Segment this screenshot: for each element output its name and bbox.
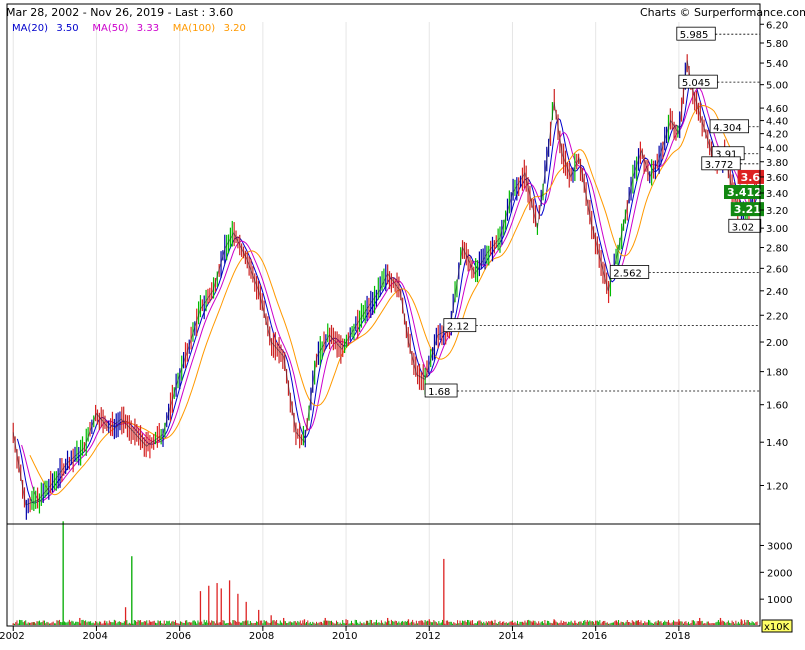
- level-label: 2.562: [613, 268, 642, 279]
- level-label: 3.772: [705, 160, 734, 171]
- moving-average-lines: [16, 76, 759, 504]
- chart-credit: Charts © Surperformance.com: [640, 6, 805, 19]
- y-tick-label: 3.60: [766, 173, 788, 184]
- legend-value: 3.20: [224, 23, 246, 34]
- price-tag-label: 3.412: [727, 186, 762, 199]
- legend-value: 3.50: [56, 23, 78, 34]
- y-tick-label: 1.20: [766, 481, 788, 492]
- volume-tick-label: 1000: [767, 595, 792, 606]
- volume-unit: x10K: [761, 619, 793, 633]
- y-tick-label: 2.60: [766, 264, 788, 275]
- y-tick-label: 1.60: [766, 401, 788, 412]
- y-tick-label: 6.20: [766, 20, 788, 31]
- x-tick-label: 2012: [415, 631, 440, 642]
- price-tag-label: 3.6: [741, 171, 761, 184]
- date-range-header: Mar 28, 2002 - Nov 26, 2019 - Last : 3.6…: [6, 6, 233, 19]
- volume-bars: [12, 521, 758, 625]
- legend-value: 3.33: [137, 23, 159, 34]
- volume-tick-label: 3000: [767, 541, 792, 552]
- level-label: 2.12: [447, 322, 469, 333]
- y-tick-label: 4.00: [766, 143, 788, 154]
- y-tick-label: 5.40: [766, 59, 788, 70]
- x-tick-label: 2016: [582, 631, 607, 642]
- y-tick-label: 5.80: [766, 39, 788, 50]
- y-tick-label: 3.40: [766, 189, 788, 200]
- legend-label: MA(100): [173, 23, 215, 34]
- x-tick-label: 2002: [0, 631, 25, 642]
- y-tick-label: 2.80: [766, 244, 788, 255]
- axes: 1.20 1.40 1.60 1.80 2.00 2.20 2.40 2.60 2.80 3.00…: [0, 3, 793, 642]
- legend-label: MA(20): [12, 23, 48, 34]
- x-tick-label: 2014: [498, 631, 523, 642]
- level-annotations: 5.9855.0454.3043.913.7723.022.5622.121.6…: [424, 26, 762, 398]
- y-tick-label: 1.40: [766, 438, 788, 449]
- stock-chart: 5.9855.0454.3043.913.7723.022.5622.121.6…: [0, 3, 805, 642]
- x-tick-label: 2018: [665, 631, 690, 642]
- level-label: 3.02: [732, 222, 754, 233]
- volume-unit-label: x10K: [764, 622, 790, 633]
- level-label: 4.304: [713, 123, 742, 134]
- y-tick-label: 1.80: [766, 368, 788, 379]
- y-tick-label: 4.60: [766, 104, 788, 115]
- legend-label: MA(50): [92, 23, 128, 34]
- level-label: 5.985: [680, 30, 709, 41]
- y-tick-label: 3.00: [766, 224, 788, 235]
- level-label: 1.68: [428, 387, 450, 398]
- ma-line: [21, 87, 759, 502]
- grid: [12, 22, 680, 626]
- y-tick-label: 5.00: [766, 81, 788, 92]
- y-tick-label: 3.80: [766, 158, 788, 169]
- x-tick-label: 2004: [82, 631, 107, 642]
- level-label: 5.045: [682, 78, 711, 89]
- y-tick-label: 4.40: [766, 117, 788, 128]
- y-tick-label: 2.40: [766, 287, 788, 298]
- x-tick-label: 2008: [249, 631, 274, 642]
- x-tick-label: 2006: [166, 631, 191, 642]
- y-tick-label: 4.20: [766, 130, 788, 141]
- y-tick-label: 2.20: [766, 311, 788, 322]
- plot-frame: [6, 3, 761, 627]
- volume-tick-label: 2000: [767, 568, 792, 579]
- ma-legend: MA(20) 3.50 MA(50) 3.33 MA(100) 3.20: [12, 23, 246, 34]
- y-tick-label: 3.20: [766, 206, 788, 217]
- price-series: [12, 54, 759, 520]
- y-tick-label: 2.00: [766, 338, 788, 349]
- price-tag-label: 3.21: [734, 203, 761, 216]
- x-tick-label: 2010: [332, 631, 357, 642]
